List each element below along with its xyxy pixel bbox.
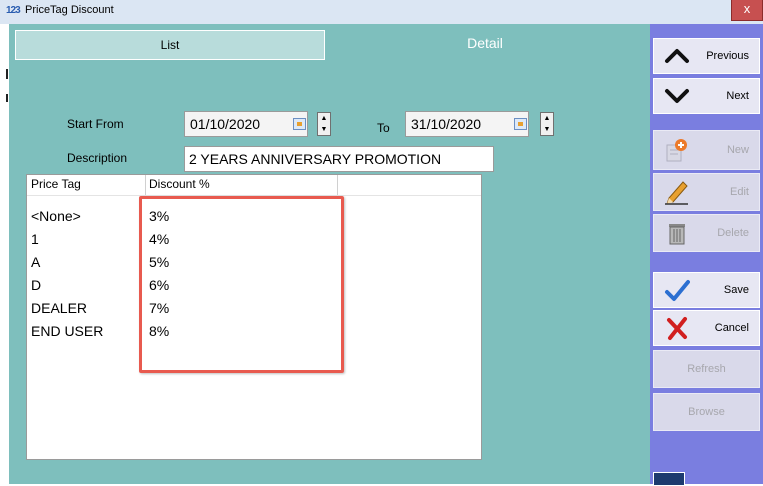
new-label: New — [726, 144, 749, 156]
column-separator — [145, 175, 146, 195]
cancel-label: Cancel — [714, 322, 749, 334]
title-bar: 123 PriceTag Discount x — [0, 0, 763, 25]
start-from-spinner[interactable]: ▲ ▼ — [317, 112, 331, 136]
browse-button[interactable]: Browse — [653, 393, 760, 431]
frame-mark — [6, 69, 8, 79]
calendar-icon[interactable] — [293, 118, 306, 130]
start-from-field[interactable]: 01/10/2020 — [184, 111, 308, 137]
refresh-button[interactable]: Refresh — [653, 350, 760, 388]
previous-label: Previous — [706, 50, 749, 62]
trash-icon — [669, 224, 685, 245]
browse-label: Browse — [688, 406, 725, 418]
refresh-label: Refresh — [687, 363, 726, 375]
pencil-icon — [665, 181, 688, 205]
to-date-field[interactable]: 31/10/2020 — [405, 111, 529, 137]
tab-list[interactable]: List — [15, 30, 325, 60]
previous-button[interactable]: Previous — [653, 38, 760, 74]
next-label: Next — [726, 90, 749, 102]
action-sidebar: Previous Next New Edit Delete Save Cance… — [650, 24, 763, 486]
x-mark-icon — [667, 317, 687, 340]
cell-price-tag[interactable]: <None> — [31, 208, 81, 224]
tab-detail[interactable]: Detail — [325, 30, 645, 60]
edit-button[interactable]: Edit — [653, 173, 760, 211]
description-input[interactable]: 2 YEARS ANNIVERSARY PROMOTION — [184, 146, 494, 172]
cell-price-tag[interactable]: A — [31, 254, 40, 270]
next-button[interactable]: Next — [653, 78, 760, 114]
column-header-price-tag[interactable]: Price Tag — [31, 177, 81, 191]
start-from-label: Start From — [67, 117, 124, 131]
calendar-icon[interactable] — [514, 118, 527, 130]
chevron-down-icon — [665, 89, 689, 103]
cell-price-tag[interactable]: END USER — [31, 323, 103, 339]
window-title: PriceTag Discount — [25, 4, 114, 16]
description-label: Description — [67, 151, 128, 165]
delete-button[interactable]: Delete — [653, 214, 760, 252]
delete-label: Delete — [717, 227, 749, 239]
close-icon: x — [743, 1, 751, 16]
column-separator — [337, 175, 338, 195]
close-button[interactable]: x — [731, 0, 763, 21]
frame-mark — [6, 94, 8, 102]
description-value: 2 YEARS ANNIVERSARY PROMOTION — [189, 151, 442, 167]
cell-price-tag[interactable]: D — [31, 277, 41, 293]
save-button[interactable]: Save — [653, 272, 760, 308]
start-from-value: 01/10/2020 — [190, 116, 261, 132]
chevron-up-icon — [665, 49, 689, 63]
app-icon: 123 — [6, 5, 21, 16]
cell-price-tag[interactable]: DEALER — [31, 300, 87, 316]
left-frame — [0, 24, 9, 484]
save-label: Save — [723, 284, 749, 296]
to-date-spinner[interactable]: ▲ ▼ — [540, 112, 554, 136]
checkmark-icon — [665, 280, 690, 301]
highlight-box — [139, 196, 344, 373]
new-button[interactable]: New — [653, 130, 760, 170]
to-date-value: 31/10/2020 — [411, 116, 482, 132]
cell-price-tag[interactable]: 1 — [31, 231, 39, 247]
cancel-button[interactable]: Cancel — [653, 310, 760, 346]
column-header-discount[interactable]: Discount % — [149, 177, 210, 191]
edit-label: Edit — [730, 186, 749, 198]
new-document-icon — [666, 139, 687, 162]
to-label: To — [377, 121, 390, 135]
